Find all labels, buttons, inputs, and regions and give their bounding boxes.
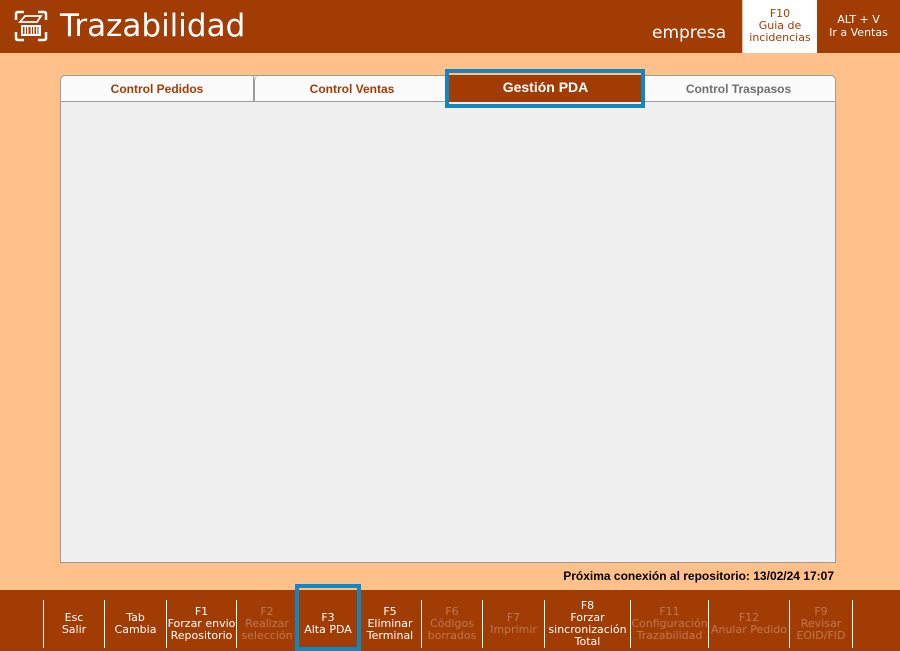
fkey-label: borrados [427,629,477,642]
next-connection-status: Próxima conexión al repositorio: 13/02/2… [563,569,834,583]
fkey-f7-imprimir[interactable]: F7 Imprimir [482,600,544,648]
fkey-f5-eliminar-terminal[interactable]: F5 Eliminar Terminal [359,600,421,648]
company-name: empresa [652,23,727,43]
fkey-f2-realizar-seleccion[interactable]: F2 Realizar selección [236,600,297,648]
fkey-tab-cambia[interactable]: Tab Cambia [104,600,166,648]
go-to-sales-button[interactable]: ALT + V Ir a Ventas [817,0,900,53]
app-title: Trazabilidad [60,8,246,44]
fkey-f3-alta-pda[interactable]: F3 Alta PDA [297,600,359,648]
app-header: Trazabilidad empresa F10 Guia de inciden… [0,0,900,53]
fkey-f12-anular-pedido[interactable]: F12 Anular Pedido [708,600,789,648]
fkey-label: Imprimir [490,623,537,636]
help-guide-label-2: incidencias [749,31,811,44]
barcode-scanner-icon [14,10,48,42]
tab-gestion-pda[interactable]: Gestión PDA [449,75,642,102]
fkey-label: Total [574,635,601,648]
fkey-f1-forzar-envio[interactable]: F1 Forzar envio Repositorio [166,600,236,648]
fkey-label: Cambia [114,623,157,636]
fkey-label: Anular Pedido [710,623,788,636]
tab-control-pedidos[interactable]: Control Pedidos [61,76,254,102]
fkey-f9-revisar-eoid[interactable]: F9 Revisar EOID/FID [789,600,853,648]
tab-control-ventas[interactable]: Control Ventas [254,76,450,102]
fkey-label: Trazabilidad [636,629,703,642]
fkey-label: Terminal [366,629,414,642]
fkey-label: Alta PDA [304,623,352,636]
function-key-bar: Esc Salir Tab Cambia F1 Forzar envio Rep… [0,590,900,651]
go-to-sales-key: ALT + V [837,13,880,26]
fkey-label: EOID/FID [796,629,846,642]
fkey-label: selección [241,629,293,642]
content-panel: Control Pedidos Control Ventas Gestión P… [60,75,836,563]
fkey-label: Salir [61,623,87,636]
go-to-sales-label: Ir a Ventas [829,26,888,39]
fkey-f11-configuracion[interactable]: F11 Configuración Trazabilidad [630,600,708,648]
tab-bar: Control Pedidos Control Ventas Gestión P… [61,75,835,102]
fkey-f6-codigos-borrados[interactable]: F6 Códigos borrados [421,600,482,648]
help-guide-button[interactable]: F10 Guia de incidencias [742,0,817,53]
tab-control-traspasos[interactable]: Control Traspasos [641,76,835,102]
fkey-esc-salir[interactable]: Esc Salir [43,600,104,648]
fkey-f8-forzar-sincronizacion[interactable]: F8 Forzar sincronización Total [544,600,630,648]
fkey-label: Repositorio [170,629,233,642]
